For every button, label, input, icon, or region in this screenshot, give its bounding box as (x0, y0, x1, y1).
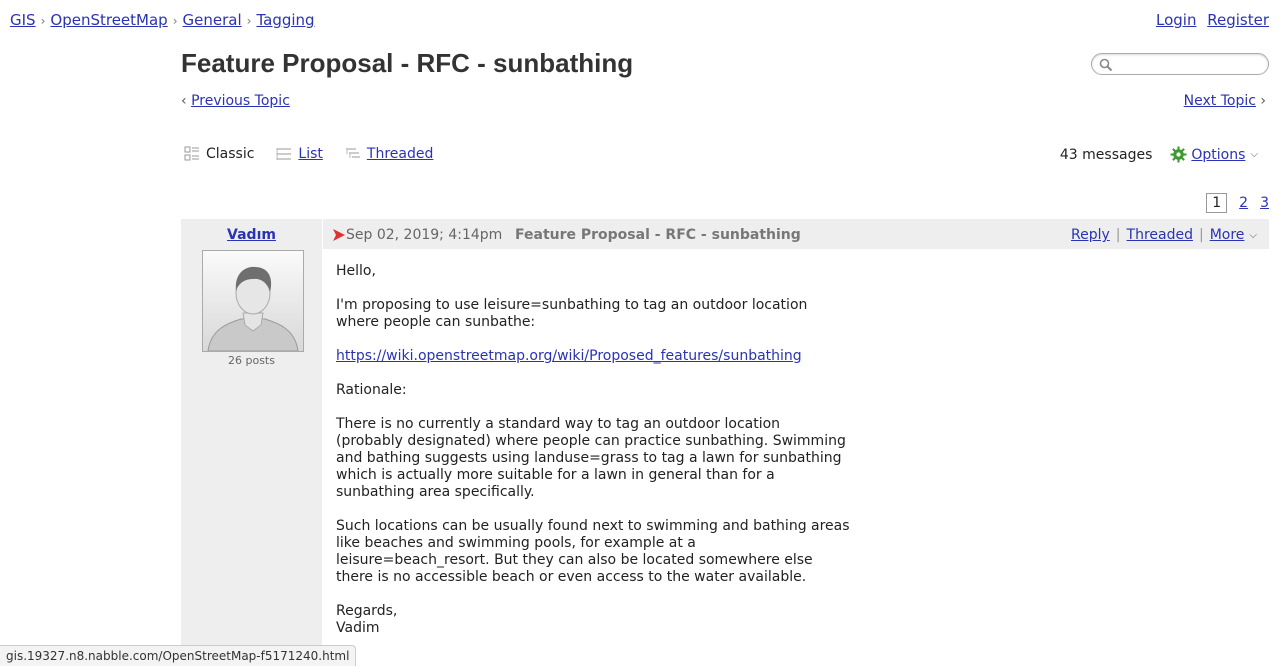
chevron-down-icon: ⌵ (1250, 149, 1258, 160)
post-subject: Feature Proposal - RFC - sunbathing (515, 227, 801, 243)
message-count: 43 messages (1059, 146, 1153, 163)
post-signoff: Regards, Vadim (336, 603, 398, 636)
post-rationale-heading: Rationale: (336, 382, 407, 398)
auth-links: Login Register (1150, 11, 1269, 29)
reply-link[interactable]: Reply (1071, 227, 1110, 243)
post-rationale-2: Such locations can be usually found next… (336, 518, 850, 585)
breadcrumb-general[interactable]: General (183, 11, 242, 29)
more-link[interactable]: More (1210, 227, 1245, 243)
post-body: Hello, I'm proposing to use leisure=sunb… (336, 263, 856, 654)
chevron-down-icon: ⌵ (1249, 229, 1257, 241)
avatar[interactable] (202, 250, 304, 352)
arrow-flag-icon (333, 229, 345, 241)
view-threaded[interactable]: Threaded (345, 146, 433, 162)
breadcrumb: GIS › OpenStreetMap › General › Tagging (10, 11, 315, 29)
post-threaded-link[interactable]: Threaded (1127, 227, 1193, 243)
post-intro: I'm proposing to use leisure=sunbathing … (336, 297, 808, 330)
page-link-2[interactable]: 2 (1239, 195, 1248, 211)
page-title: Feature Proposal - RFC - sunbathing (181, 48, 634, 78)
next-topic-link[interactable]: Next Topic (1184, 93, 1256, 109)
view-list[interactable]: List (276, 146, 323, 162)
breadcrumb-tagging[interactable]: Tagging (256, 11, 314, 29)
search-icon (1099, 58, 1113, 72)
post-actions: Reply | Threaded | More ⌵ (1071, 227, 1257, 243)
search-input[interactable] (1118, 55, 1262, 75)
author-link[interactable]: Vadım (227, 227, 276, 243)
breadcrumb-separator: › (172, 14, 178, 28)
options-menu[interactable]: Options ⌵ (1170, 146, 1258, 163)
page-link-3[interactable]: 3 (1260, 195, 1269, 211)
threaded-view-icon (345, 148, 360, 158)
browser-status-bar: gis.19327.n8.nabble.com/OpenStreetMap-f5… (0, 645, 357, 666)
classic-view-icon (184, 146, 199, 161)
post-author-panel: Vadım 26 posts (181, 219, 322, 666)
options-link[interactable]: Options (1191, 147, 1245, 163)
breadcrumb-openstreetmap[interactable]: OpenStreetMap (50, 11, 167, 29)
view-classic-label: Classic (206, 146, 255, 162)
list-view-icon (276, 148, 292, 160)
view-classic[interactable]: Classic (184, 146, 254, 162)
view-threaded-link[interactable]: Threaded (367, 146, 433, 162)
post-link-paragraph: https://wiki.openstreetmap.org/wiki/Prop… (336, 348, 856, 365)
register-link[interactable]: Register (1207, 11, 1269, 29)
post-header: Sep 02, 2019; 4:14pm Feature Proposal - … (323, 219, 1269, 249)
breadcrumb-separator: › (246, 14, 252, 28)
breadcrumb-separator: › (40, 14, 46, 28)
page-current: 1 (1206, 193, 1228, 213)
pagination: 1 2 3 (1206, 193, 1269, 213)
avatar-placeholder-icon (203, 251, 303, 351)
search-box[interactable] (1091, 53, 1269, 75)
chevron-left-icon: ‹ (181, 93, 187, 109)
topic-meta: 43 messages Options ⌵ (1060, 146, 1258, 163)
divider: | (1198, 227, 1204, 243)
next-topic: Next Topic › (1184, 93, 1266, 109)
view-modes: Classic List Threaded (184, 146, 455, 162)
breadcrumb-gis[interactable]: GIS (10, 11, 36, 29)
gear-icon (1170, 146, 1187, 163)
view-list-link[interactable]: List (298, 146, 322, 162)
login-link[interactable]: Login (1156, 11, 1196, 29)
post-date: Sep 02, 2019; 4:14pm (346, 227, 503, 243)
divider: | (1115, 227, 1121, 243)
chevron-right-icon: › (1260, 93, 1266, 109)
proposal-link[interactable]: https://wiki.openstreetmap.org/wiki/Prop… (336, 348, 802, 364)
author-post-count: 26 posts (228, 354, 275, 367)
previous-topic-link[interactable]: Previous Topic (191, 93, 290, 109)
previous-topic: ‹ Previous Topic (181, 93, 290, 109)
author-name: Vadım (181, 227, 322, 243)
post-greeting: Hello, (336, 263, 376, 279)
post-rationale-1: There is no currently a standard way to … (336, 416, 846, 500)
